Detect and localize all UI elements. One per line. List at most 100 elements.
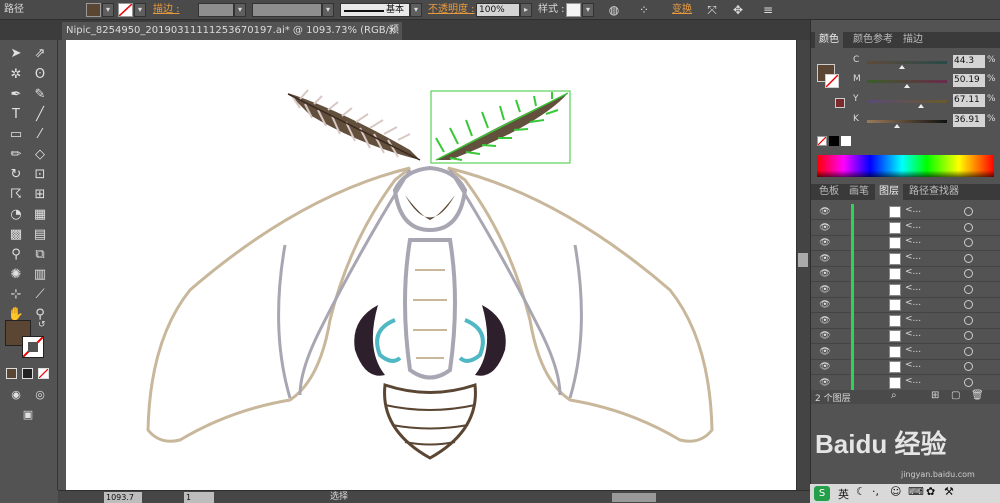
- visibility-eye-icon[interactable]: 👁: [819, 254, 831, 264]
- recolor-icon[interactable]: ◍: [606, 2, 622, 18]
- ime-language[interactable]: 英: [838, 486, 849, 502]
- opacity-dropdown[interactable]: ▸: [520, 3, 532, 17]
- visibility-eye-icon[interactable]: 👁: [819, 238, 831, 248]
- slider-c-knob[interactable]: [899, 65, 906, 69]
- tab-color-guide[interactable]: 颜色参考: [849, 32, 897, 48]
- moth-abdomen[interactable]: [383, 382, 477, 460]
- fill-dropdown[interactable]: ▾: [102, 3, 114, 17]
- scale-tool-icon[interactable]: ⊡: [31, 166, 49, 184]
- transform-label[interactable]: 变换: [672, 2, 692, 18]
- right-antenna[interactable]: [430, 90, 571, 164]
- visibility-eye-icon[interactable]: 👁: [819, 331, 831, 341]
- layer-row[interactable]: 👁 <...: [811, 328, 1000, 344]
- target-icon[interactable]: [964, 222, 973, 232]
- left-antenna[interactable]: [287, 89, 421, 161]
- right-eyespot-outer[interactable]: [475, 305, 506, 376]
- visibility-eye-icon[interactable]: 👁: [819, 347, 831, 357]
- ime-tools-icon[interactable]: ⚒: [944, 485, 954, 498]
- visibility-eye-icon[interactable]: 👁: [819, 207, 831, 217]
- visibility-eye-icon[interactable]: 👁: [819, 223, 831, 233]
- ime-skin-icon[interactable]: ✿: [926, 485, 935, 498]
- slider-m-knob[interactable]: [904, 84, 911, 88]
- brush-dropdown[interactable]: ▾: [410, 3, 422, 17]
- visibility-eye-icon[interactable]: 👁: [819, 300, 831, 310]
- slider-y[interactable]: Y 67.11 %: [853, 94, 999, 108]
- layer-row[interactable]: 👁 <...: [811, 374, 1000, 391]
- moth-illustration[interactable]: [66, 40, 796, 490]
- target-icon[interactable]: [964, 253, 973, 263]
- delete-layer-icon[interactable]: 🗑: [971, 390, 984, 401]
- variable-width-dropdown[interactable]: ▾: [322, 3, 334, 17]
- fill-swatch[interactable]: [86, 3, 101, 17]
- moth-head[interactable]: [392, 165, 468, 233]
- target-icon[interactable]: [964, 284, 973, 294]
- variable-width-field[interactable]: [252, 3, 322, 17]
- live-paint-tool-icon[interactable]: ▦: [31, 206, 49, 224]
- isolate-icon[interactable]: ⤧: [704, 2, 720, 18]
- target-icon[interactable]: [964, 315, 973, 325]
- slider-y-knob[interactable]: [917, 104, 924, 108]
- pen-tool-icon[interactable]: ✒: [7, 86, 25, 104]
- layer-row[interactable]: 👁 <...: [811, 235, 1000, 251]
- warp-tool-icon[interactable]: ☈: [7, 186, 25, 204]
- gradient-mode-icon[interactable]: [22, 368, 33, 379]
- color-spectrum[interactable]: [817, 155, 994, 177]
- layer-row[interactable]: 👁 <...: [811, 297, 1000, 313]
- artboard[interactable]: [66, 40, 796, 490]
- artboard-tool-icon[interactable]: ⊹: [7, 286, 25, 304]
- opacity-label[interactable]: 不透明度 :: [428, 2, 475, 18]
- target-icon[interactable]: [964, 207, 973, 216]
- tab-stroke[interactable]: 描边: [899, 32, 927, 48]
- pencil-tool-icon[interactable]: ✏: [7, 146, 25, 164]
- slice-tool-icon[interactable]: ⟋: [31, 286, 49, 304]
- ime-emoji-icon[interactable]: ☺: [890, 485, 901, 498]
- opacity-field[interactable]: 100%: [476, 3, 520, 17]
- none-swatch[interactable]: [817, 136, 827, 146]
- white-swatch[interactable]: [841, 136, 851, 146]
- swap-colors-icon[interactable]: ↺: [38, 320, 48, 330]
- column-graph-tool-icon[interactable]: ▥: [31, 266, 49, 284]
- layer-row[interactable]: 👁 <...: [811, 359, 1000, 375]
- stroke-weight-dropdown[interactable]: ▾: [234, 3, 246, 17]
- new-sublayer-icon[interactable]: ⊞: [931, 390, 939, 401]
- layer-row[interactable]: 👁 <...: [811, 204, 1000, 220]
- visibility-eye-icon[interactable]: 👁: [819, 316, 831, 326]
- selection-tool-icon[interactable]: ➤: [7, 45, 25, 63]
- stroke-swatch[interactable]: [118, 3, 133, 17]
- horizontal-scroll-thumb[interactable]: [612, 493, 656, 502]
- none-mode-icon[interactable]: [38, 368, 49, 379]
- panel-stroke-box[interactable]: [825, 74, 839, 88]
- gradient-tool-icon[interactable]: ▤: [31, 226, 49, 244]
- target-icon[interactable]: [964, 300, 973, 309]
- slider-m[interactable]: M 50.19 %: [853, 74, 999, 88]
- rectangle-tool-icon[interactable]: ▭: [7, 126, 25, 144]
- visibility-eye-icon[interactable]: 👁: [819, 285, 831, 295]
- new-layer-icon[interactable]: ▢: [951, 390, 960, 401]
- layer-row[interactable]: 👁 <...: [811, 312, 1000, 329]
- color-mode-icon[interactable]: [6, 368, 17, 379]
- tab-pathfinder[interactable]: 路径查找器: [905, 184, 963, 200]
- draw-behind-icon[interactable]: ◎: [31, 386, 49, 404]
- visibility-eye-icon[interactable]: 👁: [819, 362, 831, 372]
- align-icon[interactable]: ⁘: [636, 2, 652, 18]
- layer-row[interactable]: 👁 <...: [811, 266, 1000, 282]
- left-eyespot-outer[interactable]: [354, 305, 385, 376]
- target-icon[interactable]: [964, 346, 973, 356]
- target-icon[interactable]: [964, 238, 973, 247]
- panel-menu-icon[interactable]: ≡: [760, 2, 776, 18]
- perspective-grid-tool-icon[interactable]: ▩: [7, 226, 25, 244]
- visibility-eye-icon[interactable]: 👁: [819, 269, 831, 279]
- visibility-eye-icon[interactable]: 👁: [819, 378, 831, 388]
- black-swatch[interactable]: [829, 136, 839, 146]
- magic-wand-tool-icon[interactable]: ✲: [7, 66, 25, 84]
- lasso-tool-icon[interactable]: ʘ: [31, 66, 49, 84]
- shape-builder-tool-icon[interactable]: ◔: [7, 206, 25, 224]
- slider-c[interactable]: C 44.3 %: [853, 55, 999, 69]
- stroke-label[interactable]: 描边 :: [153, 2, 180, 18]
- ime-moon-icon[interactable]: ☾: [856, 485, 866, 498]
- type-tool-icon[interactable]: T: [7, 106, 25, 124]
- locate-object-icon[interactable]: ⌕: [891, 390, 897, 401]
- tab-brushes[interactable]: 画笔: [845, 184, 873, 200]
- moth-thorax[interactable]: [403, 238, 457, 380]
- document-tab[interactable]: Nipic_8254950_20190311111253670197.ai* @…: [62, 22, 402, 54]
